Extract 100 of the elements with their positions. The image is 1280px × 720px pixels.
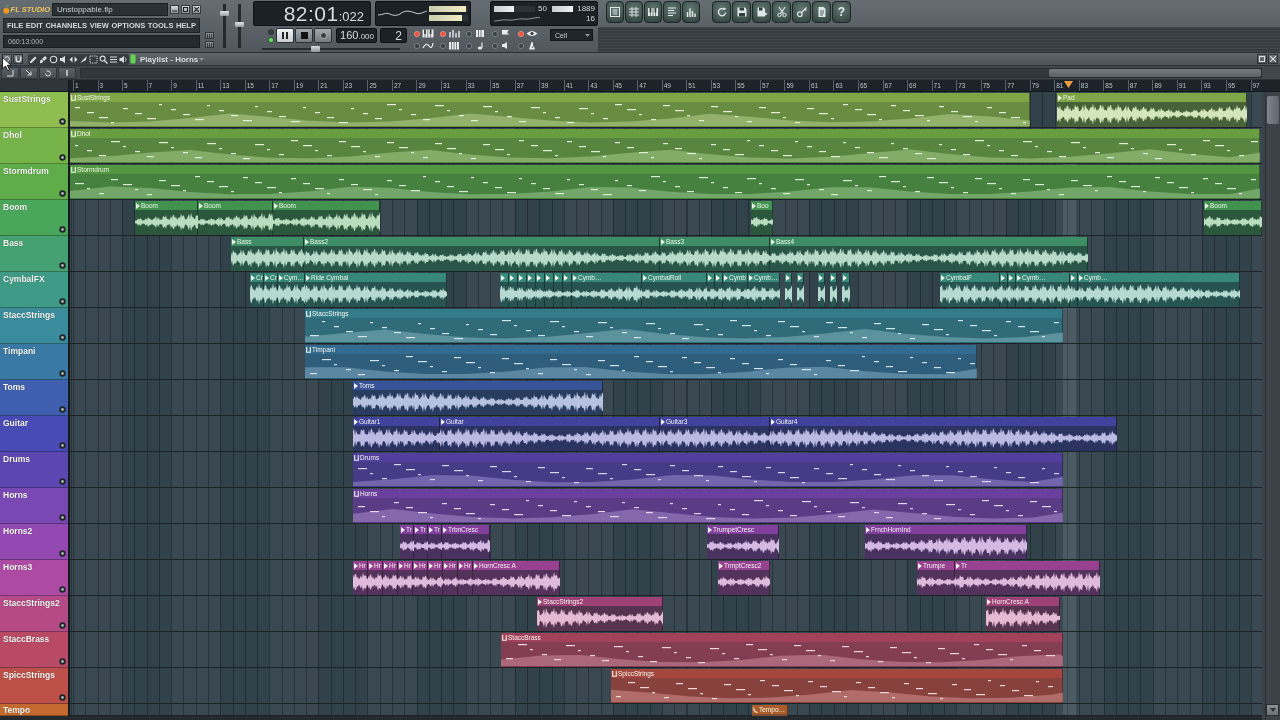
ring-icon[interactable] <box>59 190 66 197</box>
toolbar-button[interactable] <box>712 1 731 23</box>
ring-icon[interactable] <box>59 334 66 341</box>
track-header[interactable]: Drums <box>0 452 68 488</box>
pencil-icon[interactable] <box>29 54 38 64</box>
audio-clip[interactable] <box>500 273 509 307</box>
audio-clip[interactable] <box>842 273 850 307</box>
scrollbar-thumb[interactable] <box>1049 68 1261 77</box>
ring-icon[interactable] <box>59 406 66 413</box>
toolbar-button[interactable] <box>752 1 771 23</box>
track-header[interactable]: Guitar <box>0 416 68 452</box>
audio-clip[interactable] <box>563 273 572 307</box>
toolbar-button[interactable] <box>625 1 643 23</box>
piano-keys-icon[interactable] <box>422 29 434 38</box>
ring-icon[interactable] <box>59 550 66 557</box>
restore-button[interactable] <box>181 4 190 14</box>
track-header[interactable]: StaccBrass <box>0 632 68 668</box>
track-header[interactable]: StaccStrings2 <box>0 596 68 632</box>
ring-icon[interactable] <box>59 298 66 305</box>
track-header[interactable]: CymbalFX <box>0 272 68 308</box>
bars-icon[interactable] <box>448 29 460 38</box>
audio-clip[interactable] <box>785 273 792 307</box>
close-button[interactable] <box>192 4 201 14</box>
led-icon[interactable] <box>268 36 274 43</box>
audio-clip[interactable] <box>818 273 825 307</box>
speaker-icon[interactable] <box>59 54 68 64</box>
track-header[interactable]: SpiccStrings <box>0 668 68 704</box>
slider-thumb[interactable] <box>220 11 229 17</box>
magnifier-icon[interactable] <box>99 54 108 64</box>
record-button[interactable] <box>314 28 332 43</box>
led-icon[interactable] <box>440 42 446 49</box>
vertical-scrollbar[interactable] <box>1265 92 1280 720</box>
minimize-button[interactable] <box>170 4 179 14</box>
toolbar-button[interactable] <box>732 1 751 23</box>
audio-clip[interactable] <box>536 273 545 307</box>
led-icon[interactable] <box>414 42 420 49</box>
horizontal-scrollbar[interactable] <box>80 67 1262 78</box>
ring-icon[interactable] <box>59 118 66 125</box>
stop-button[interactable] <box>295 28 313 43</box>
ring-icon[interactable] <box>59 586 66 593</box>
track-header[interactable]: Tempo <box>0 704 68 716</box>
scrollbar-thumb[interactable] <box>1267 96 1279 124</box>
led-icon[interactable] <box>466 30 472 37</box>
piano-keys-icon[interactable] <box>474 29 486 38</box>
audio-clip[interactable] <box>527 273 536 307</box>
help-button[interactable]: ? <box>832 1 851 23</box>
audio-clip[interactable] <box>830 273 837 307</box>
ring-icon[interactable] <box>59 226 66 233</box>
metronome-icon[interactable] <box>526 41 538 50</box>
audio-clip[interactable] <box>518 273 527 307</box>
ring-icon[interactable] <box>59 442 66 449</box>
close-button[interactable] <box>1268 54 1278 64</box>
ring-icon[interactable] <box>59 622 66 629</box>
track-header[interactable]: Toms <box>0 380 68 416</box>
speaker-icon[interactable] <box>119 54 128 64</box>
slider-thumb[interactable] <box>311 46 320 52</box>
track-header[interactable]: Horns <box>0 488 68 524</box>
ring-icon[interactable] <box>59 658 66 665</box>
dashed-square-icon[interactable] <box>89 54 98 64</box>
circle-icon[interactable] <box>49 54 58 64</box>
ring-icon[interactable] <box>59 154 66 161</box>
audio-clip[interactable] <box>509 273 518 307</box>
toolbar-button[interactable] <box>812 1 831 23</box>
track-header[interactable]: Timpani <box>0 344 68 380</box>
led-icon[interactable] <box>492 42 498 49</box>
toolbar-button[interactable] <box>663 1 681 23</box>
led-icon[interactable] <box>518 42 524 49</box>
audio-clip[interactable] <box>545 273 554 307</box>
track-header[interactable]: Bass <box>0 236 68 272</box>
toolbar-button[interactable] <box>644 1 662 23</box>
ring-icon[interactable] <box>59 514 66 521</box>
curve-icon[interactable] <box>422 41 434 50</box>
audio-clip[interactable] <box>554 273 563 307</box>
slider-thumb[interactable] <box>235 21 244 27</box>
double-arrow-icon[interactable] <box>69 54 78 64</box>
ring-icon[interactable] <box>59 694 66 701</box>
toolbar-button[interactable] <box>772 1 791 23</box>
ring-icon[interactable] <box>59 262 66 269</box>
restore-button[interactable] <box>1257 54 1267 64</box>
lines-icon[interactable] <box>109 54 118 64</box>
toolbar-button[interactable] <box>792 1 811 23</box>
eye-icon[interactable] <box>526 29 538 38</box>
audio-clip[interactable] <box>797 273 804 307</box>
small-button[interactable] <box>20 66 38 79</box>
piano-keys-icon[interactable] <box>448 41 460 50</box>
ring-icon[interactable] <box>59 370 66 377</box>
small-button[interactable] <box>58 66 76 79</box>
led-icon[interactable] <box>492 30 498 37</box>
track-header[interactable]: Horns3 <box>0 560 68 596</box>
toolbar-button[interactable] <box>606 1 624 23</box>
pause-button[interactable] <box>276 28 294 43</box>
knife-icon[interactable] <box>79 54 88 64</box>
scroll-down-button[interactable] <box>1266 704 1279 716</box>
track-header[interactable]: StaccStrings <box>0 308 68 344</box>
snap-button[interactable] <box>13 54 23 64</box>
track-header[interactable]: Horns2 <box>0 524 68 560</box>
brush-icon[interactable] <box>39 54 48 64</box>
ring-icon[interactable] <box>59 478 66 485</box>
pattern-display[interactable]: 2 <box>380 28 407 43</box>
led-icon[interactable] <box>466 42 472 49</box>
